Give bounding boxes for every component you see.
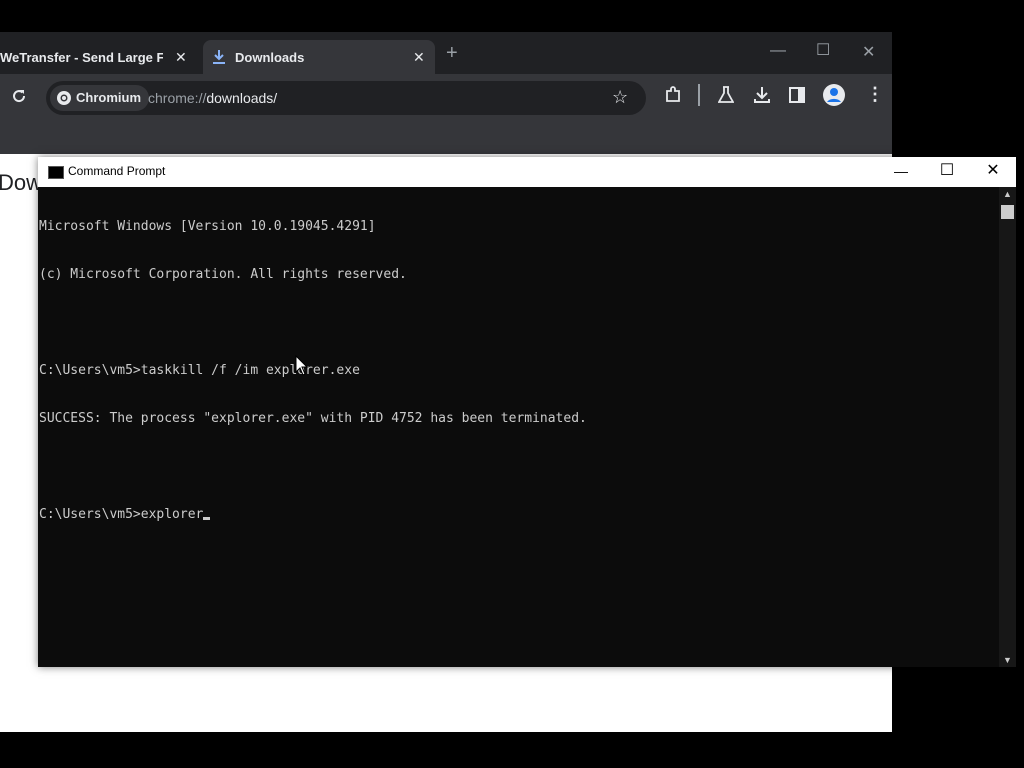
- browser-toolbar: Chromium chrome://downloads/ ☆ ⋮: [0, 74, 892, 118]
- chip-label: Chromium: [76, 90, 141, 105]
- mouse-pointer-icon: [295, 355, 309, 376]
- download-icon[interactable]: [753, 86, 771, 104]
- chromium-icon: [57, 91, 71, 105]
- scroll-up-icon[interactable]: ▲: [999, 189, 1016, 199]
- text-cursor: [203, 517, 211, 520]
- minimize-icon[interactable]: —: [770, 42, 786, 60]
- console-line: Microsoft Windows [Version 10.0.19045.42…: [39, 219, 376, 234]
- console-line: SUCCESS: The process "explorer.exe" with…: [39, 411, 587, 426]
- labs-icon[interactable]: [718, 86, 734, 104]
- tab-title: WeTransfer - Send Large Files &: [0, 49, 163, 65]
- tab-bar: WeTransfer - Send Large Files & ✕ Downlo…: [0, 32, 892, 74]
- toolbar-divider: [698, 84, 700, 106]
- profile-avatar-icon[interactable]: [823, 84, 845, 106]
- cmd-title-bar[interactable]: Command Prompt — ☐ ✕: [38, 157, 1016, 187]
- scroll-down-icon[interactable]: ▼: [999, 655, 1016, 665]
- menu-icon[interactable]: ⋮: [866, 84, 884, 105]
- tab-wetransfer[interactable]: WeTransfer - Send Large Files & ✕: [0, 40, 200, 74]
- prompt-line[interactable]: C:\Users\vm5>explorer: [39, 507, 997, 523]
- tab-downloads[interactable]: Downloads ✕: [203, 40, 435, 74]
- toolbar-strip: [0, 118, 892, 154]
- console-line: C:\Users\vm5>taskkill /f /im explorer.ex…: [39, 363, 360, 378]
- close-window-icon[interactable]: ✕: [862, 42, 875, 62]
- address-bar[interactable]: Chromium chrome://downloads/ ☆: [46, 81, 646, 115]
- console-icon: [48, 166, 64, 179]
- url-prefix: chrome://: [148, 90, 207, 106]
- page-title: Dow: [0, 170, 43, 195]
- url-host: downloads/: [206, 90, 278, 106]
- side-panel-icon[interactable]: [789, 87, 805, 103]
- maximize-icon[interactable]: ☐: [816, 40, 830, 60]
- console-output[interactable]: Microsoft Windows [Version 10.0.19045.42…: [39, 187, 997, 667]
- prompt-text: C:\Users\vm5>explorer: [39, 507, 204, 522]
- extensions-icon[interactable]: [664, 86, 682, 104]
- close-icon[interactable]: ✕: [970, 157, 1016, 187]
- scrollbar-thumb[interactable]: [1001, 205, 1014, 219]
- reload-icon[interactable]: [11, 88, 27, 104]
- maximize-icon[interactable]: ☐: [924, 157, 970, 187]
- command-prompt-window: Command Prompt — ☐ ✕ Microsoft Windows […: [38, 157, 1016, 667]
- download-icon: [213, 50, 225, 64]
- url-text: chrome://downloads/: [148, 81, 277, 115]
- minimize-icon[interactable]: —: [878, 157, 924, 187]
- close-icon[interactable]: ✕: [413, 49, 425, 66]
- vertical-scrollbar[interactable]: ▲ ▼: [999, 187, 1016, 667]
- tab-title: Downloads: [235, 49, 305, 65]
- window-title: Command Prompt: [68, 164, 166, 178]
- close-icon[interactable]: ✕: [175, 49, 187, 66]
- site-chip[interactable]: Chromium: [50, 85, 149, 111]
- console-line: (c) Microsoft Corporation. All rights re…: [39, 267, 407, 282]
- plus-icon[interactable]: +: [446, 42, 458, 65]
- star-icon[interactable]: ☆: [612, 87, 628, 108]
